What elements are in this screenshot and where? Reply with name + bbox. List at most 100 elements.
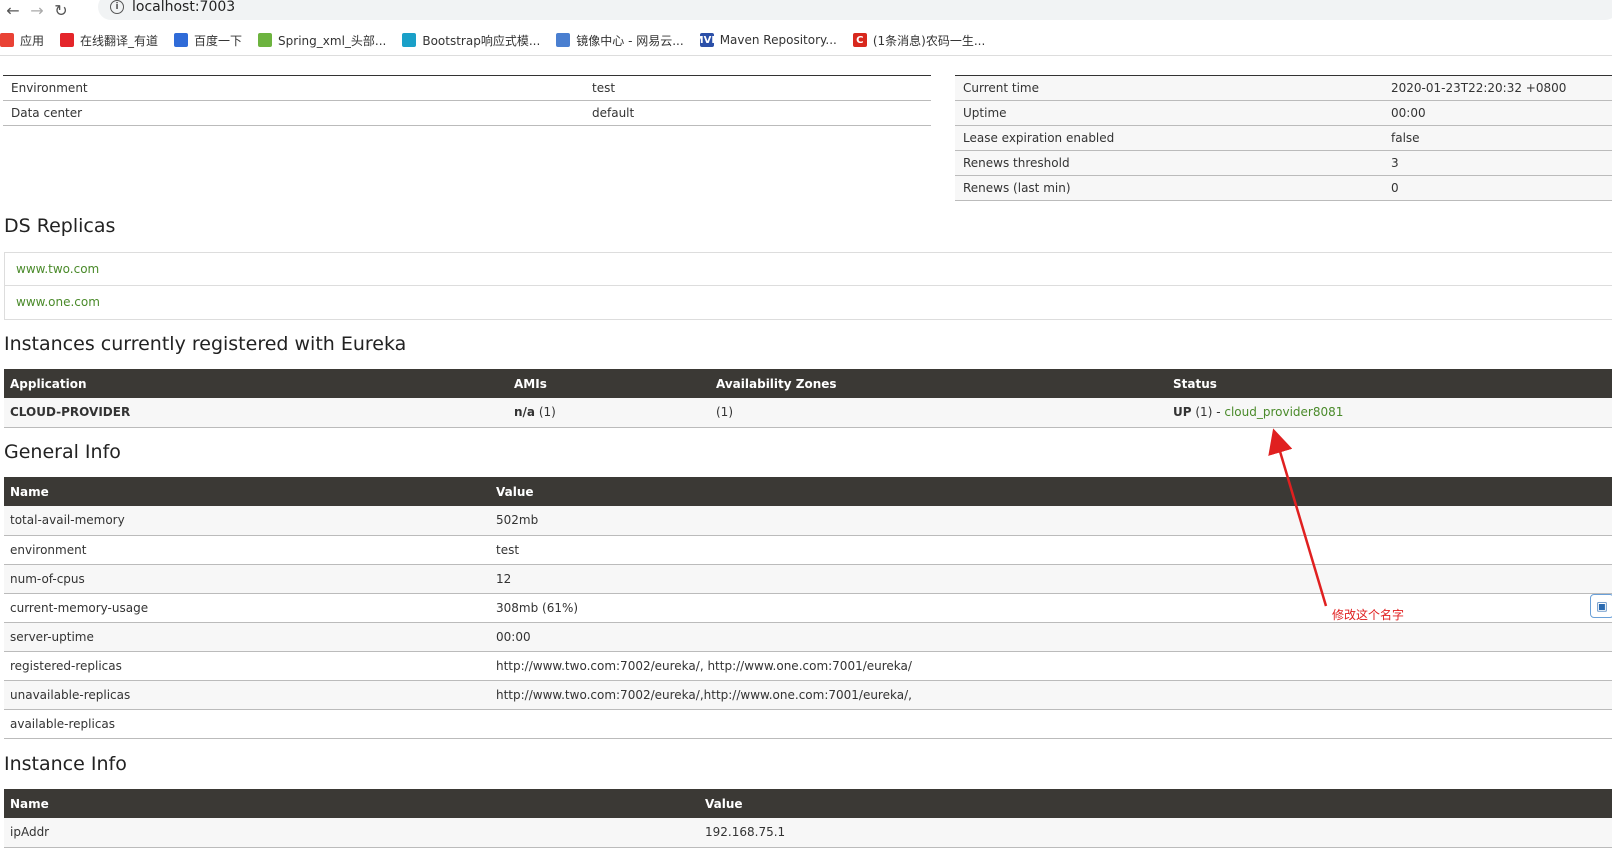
youdao-icon [60, 33, 75, 47]
bookmark-item[interactable]: 百度一下 [174, 32, 242, 49]
info-row: ipAddr 192.168.75.1 [4, 818, 1612, 848]
status-row: Lease expiration enabled false [955, 125, 1612, 151]
status-count: (1) - [1195, 405, 1221, 420]
column-header: Name [4, 789, 699, 818]
general-info-title: General Info [4, 441, 121, 463]
ds-replicas-title: DS Replicas [4, 215, 116, 237]
bookmark-label: 在线翻译_有道 [80, 33, 159, 48]
status-value: 3 [1383, 150, 1612, 176]
info-row: num-of-cpus 12 [4, 564, 1612, 594]
bookmark-item[interactable]: C (1条消息)农码一生... [852, 32, 986, 49]
instance-link[interactable]: cloud_provider8081 [1224, 405, 1343, 419]
status-name: Renews threshold [955, 150, 1383, 176]
site-info-icon[interactable]: i [110, 0, 124, 14]
info-row: registered-replicas http://www.two.com:70… [4, 651, 1612, 681]
system-status-left-table: Environment test Data center default [3, 75, 931, 126]
mvn-icon: MVN [693, 33, 720, 47]
cube-icon [402, 33, 417, 47]
info-row: server-uptime 00:00 [4, 622, 1612, 652]
info-value: http://www.two.com:7002/eureka/,http://w… [490, 680, 1612, 710]
status-row: Renews threshold 3 [955, 150, 1612, 176]
column-header: Status [1167, 369, 1612, 398]
status-name: Uptime [955, 100, 1383, 126]
column-header: Value [490, 477, 1612, 506]
info-row: available-replicas [4, 709, 1612, 739]
bookmark-item[interactable]: Bootstrap响应式模... [402, 32, 540, 49]
column-header: Application [4, 369, 508, 398]
csdn-icon: C [852, 33, 867, 47]
application-name: CLOUD-PROVIDER [4, 398, 508, 428]
bookmarks-bar: 应用 在线翻译_有道 百度一下 Spring_xml_头部... Bootstrap响应… [0, 30, 1001, 50]
status-row: Uptime 00:00 [955, 100, 1612, 126]
info-row: unavailable-replicas http://www.two.com:7… [4, 680, 1612, 710]
instance-info-table: Name Value ipAddr 192.168.75.1 [4, 789, 1612, 848]
bookmark-item[interactable]: 镜像中心 - 网易云... [556, 32, 684, 49]
reload-icon[interactable]: ↻ [50, 0, 72, 20]
amis-value: n/a [514, 405, 536, 420]
column-header: Availability Zones [710, 369, 1167, 398]
baidu-paw-icon [174, 33, 189, 47]
status-value: false [1383, 125, 1612, 151]
cloud-icon [556, 33, 571, 47]
address-bar[interactable]: i localhost:7003 [98, 0, 1612, 20]
status-value: default [584, 100, 931, 126]
info-name: server-uptime [4, 622, 490, 652]
address-url: localhost:7003 [132, 0, 236, 15]
browser-chrome: ← → ↻ i localhost:7003 应用 在线翻译_有道 百度一下 Spri… [0, 0, 1612, 56]
instances-title: Instances currently registered with Eure… [4, 333, 407, 355]
info-value: test [490, 535, 1612, 565]
status-name: Lease expiration enabled [955, 125, 1383, 151]
status-cell: UP (1) - cloud_provider8081 [1167, 398, 1612, 428]
instances-table: Application AMIs Availability Zones Status … [4, 369, 1612, 428]
status-value: test [584, 75, 931, 101]
instance-row: CLOUD-PROVIDER n/a (1) (1) UP (1) - cloud_p… [4, 398, 1612, 428]
system-status-right-table: Current time 2020-01-23T22:20:32 +0800 Upt… [955, 75, 1612, 201]
status-value: 00:00 [1383, 100, 1612, 126]
info-value: 00:00 [490, 622, 1612, 652]
status-name: Current time [955, 75, 1383, 101]
bookmark-label: 应用 [20, 33, 45, 48]
url-bar-row: ← → ↻ i localhost:7003 [0, 0, 1612, 20]
info-value: 12 [490, 564, 1612, 594]
column-header: Name [4, 477, 490, 506]
status-name: Renews (last min) [955, 175, 1383, 201]
instance-info-title: Instance Info [4, 753, 127, 775]
info-name: ipAddr [4, 818, 699, 848]
status-name: Environment [3, 75, 584, 101]
bookmark-item[interactable]: 在线翻译_有道 [60, 32, 158, 49]
replica-link[interactable]: www.two.com [5, 253, 1612, 286]
info-name: current-memory-usage [4, 593, 490, 623]
back-arrow-icon[interactable]: ← [2, 0, 24, 20]
bookmark-item[interactable]: 应用 [0, 32, 44, 49]
info-name: total-avail-memory [4, 506, 490, 536]
forward-arrow-icon[interactable]: → [26, 0, 48, 20]
apps-grid-icon [0, 33, 14, 47]
info-value: 502mb [490, 506, 1612, 536]
spring-leaf-icon [258, 33, 273, 47]
info-name: unavailable-replicas [4, 680, 490, 710]
bookmark-item[interactable]: MVN Maven Repository... [693, 33, 837, 47]
info-name: num-of-cpus [4, 564, 490, 594]
column-header: AMIs [508, 369, 710, 398]
amis-cell: n/a (1) [508, 398, 710, 428]
bookmark-label: 百度一下 [194, 33, 243, 48]
status-row: Data center default [3, 100, 931, 126]
bookmark-item[interactable]: Spring_xml_头部... [258, 32, 386, 49]
column-header: Value [699, 789, 1612, 818]
status-name: Data center [3, 100, 584, 126]
info-name: available-replicas [4, 709, 490, 739]
feedback-icon[interactable]: ▣ [1590, 594, 1612, 618]
bookmark-label: Bootstrap响应式模... [422, 33, 541, 48]
replica-link[interactable]: www.one.com [5, 286, 1612, 319]
status-row: Environment test [3, 75, 931, 101]
zones-cell: (1) [710, 398, 1167, 428]
status-value: 0 [1383, 175, 1612, 201]
status-value: 2020-01-23T22:20:32 +0800 [1383, 75, 1612, 101]
info-value [490, 709, 1612, 739]
status-up: UP [1173, 405, 1192, 420]
info-row: total-avail-memory 502mb [4, 506, 1612, 536]
bookmark-label: (1条消息)农码一生... [872, 33, 986, 48]
amis-count: (1) [538, 405, 556, 420]
info-name: registered-replicas [4, 651, 490, 681]
info-value: http://www.two.com:7002/eureka/, http://… [490, 651, 1612, 681]
